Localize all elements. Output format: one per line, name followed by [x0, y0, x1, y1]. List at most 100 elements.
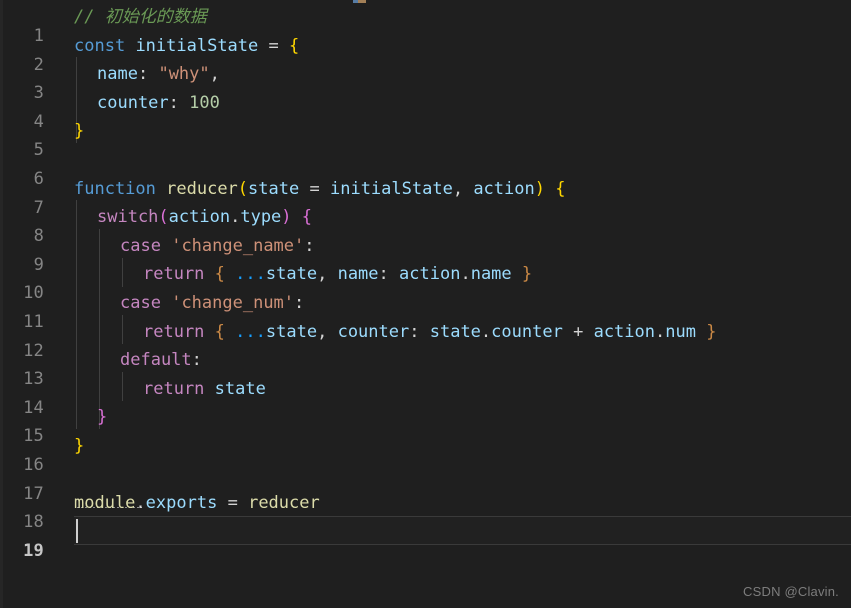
token-function-reducer: reducer — [166, 178, 238, 199]
code-line[interactable]: 3 name: "why", — [0, 60, 851, 103]
line-content: function reducer(state = initialState, a… — [74, 175, 565, 204]
code-line[interactable]: 11 case 'change_num': — [0, 289, 851, 332]
token-property-type: type — [240, 207, 282, 228]
line-content: } — [74, 117, 84, 146]
token-identifier-initialstate: initialState — [135, 35, 259, 56]
token-spread-operator: ... — [235, 264, 266, 285]
token-comment: // 初始化的数据 — [74, 7, 207, 27]
token-colon: : — [294, 293, 305, 313]
line-content: case 'change_num': — [120, 289, 304, 318]
token-brace-close: } — [706, 321, 717, 342]
token-function-reducer: reducer — [248, 493, 320, 514]
token-brace-open: { — [289, 35, 300, 56]
token-param-state: state — [248, 178, 300, 199]
token-keyword-return: return — [143, 264, 205, 285]
token-keyword-case: case — [120, 293, 161, 313]
token-property-counter: counter — [491, 321, 563, 342]
token-brace-close: } — [74, 436, 85, 456]
line-content: module.exports = reducer — [74, 489, 320, 518]
code-line[interactable]: 19 — [0, 518, 851, 561]
line-content: default: — [120, 346, 202, 375]
token-identifier-state: state — [265, 321, 318, 342]
token-colon: : — [304, 235, 315, 256]
token-string-change-name: 'change_name' — [171, 235, 305, 256]
token-property-counter: counter — [337, 321, 410, 342]
token-colon: : — [168, 92, 179, 113]
token-property-name: name — [97, 64, 138, 85]
line-content: const initialState = { — [74, 32, 299, 61]
token-property-name: name — [337, 264, 379, 285]
token-paren-open: ( — [158, 207, 169, 228]
token-colon: : — [409, 321, 420, 342]
token-identifier-module: module — [74, 493, 136, 514]
code-line[interactable]: 9 case 'change_name': — [0, 232, 851, 275]
code-line[interactable]: 2 const initialState = { — [0, 32, 851, 75]
token-keyword-case: case — [120, 235, 161, 256]
csdn-watermark: CSDN @Clavin. — [743, 584, 839, 599]
token-brace-open: { — [301, 207, 313, 228]
code-line[interactable]: 10 return { ...state, name: action.name … — [0, 260, 851, 303]
token-dot: . — [230, 207, 241, 228]
line-number: 19 — [23, 540, 44, 561]
token-paren-close: ) — [534, 178, 545, 199]
code-line[interactable]: 1 // 初始化的数据 — [0, 3, 851, 46]
token-property-num: num — [665, 321, 696, 342]
token-brace-open: { — [214, 264, 225, 285]
token-brace-close: } — [97, 407, 108, 428]
code-line[interactable]: 5 } — [0, 117, 851, 160]
token-identifier-initialstate: initialState — [329, 178, 453, 199]
token-operator-equals: = — [309, 178, 320, 199]
token-param-action: action — [473, 178, 535, 199]
code-line[interactable]: 16 } — [0, 432, 851, 475]
token-keyword-return: return — [143, 321, 205, 342]
token-comma: , — [317, 264, 328, 285]
code-line[interactable]: 18 module.exports = reducer — [0, 489, 851, 532]
token-keyword-switch: switch — [97, 207, 159, 228]
line-content: return { ...state, name: action.name } — [143, 260, 532, 289]
token-dot: . — [135, 493, 146, 514]
token-keyword-const: const — [74, 35, 126, 56]
token-identifier-action: action — [168, 207, 231, 228]
code-content-area[interactable]: 1 // 初始化的数据 2 const initialState = { 3 n… — [0, 0, 851, 608]
token-keyword-return: return — [143, 378, 205, 399]
token-string-change-num: 'change_num' — [171, 293, 295, 313]
line-content: case 'change_name': — [120, 232, 315, 261]
code-editor[interactable]: 1 // 初始化的数据 2 const initialState = { 3 n… — [0, 0, 851, 608]
token-property-name: name — [470, 264, 512, 285]
token-identifier-action: action — [593, 321, 655, 342]
token-identifier-state: state — [429, 321, 481, 342]
code-line[interactable]: 12 return { ...state, counter: state.cou… — [0, 318, 851, 361]
token-colon: : — [137, 64, 149, 85]
token-property-exports: exports — [145, 493, 218, 514]
token-paren-open: ( — [237, 178, 249, 199]
line-content: } — [74, 432, 84, 461]
line-content: // 初始化的数据 — [74, 3, 207, 32]
token-brace-open: { — [214, 321, 225, 342]
token-spread-operator: ... — [235, 321, 266, 342]
code-line[interactable]: 13 default: — [0, 346, 851, 389]
code-line[interactable]: 7 function reducer(state = initialState,… — [0, 175, 851, 218]
token-comma: , — [452, 178, 464, 199]
line-content: return { ...state, counter: state.counte… — [143, 318, 716, 347]
code-line[interactable]: 15 } — [0, 403, 851, 446]
token-brace-open: { — [555, 178, 566, 199]
token-colon: : — [378, 264, 389, 285]
code-line[interactable]: 8 switch(action.type) { — [0, 203, 851, 246]
line-content: return state — [143, 375, 266, 404]
code-line[interactable]: 6 — [0, 146, 851, 189]
line-content: } — [97, 403, 107, 432]
line-content: counter: 100 — [97, 89, 220, 118]
token-dot: . — [480, 321, 492, 342]
token-operator-plus: + — [573, 321, 584, 342]
token-dot: . — [655, 321, 666, 342]
token-operator-equals: = — [268, 35, 279, 56]
token-identifier-state: state — [265, 264, 318, 285]
token-keyword-default: default — [120, 350, 192, 371]
code-line[interactable]: 4 counter: 100 — [0, 89, 851, 132]
line-content: name: "why", — [97, 60, 220, 89]
code-line[interactable]: 14 return state — [0, 375, 851, 418]
code-line[interactable]: 17 — [0, 461, 851, 504]
line-content: switch(action.type) { — [97, 203, 312, 232]
token-operator-equals: = — [227, 493, 238, 514]
token-string-why: "why" — [158, 64, 210, 85]
